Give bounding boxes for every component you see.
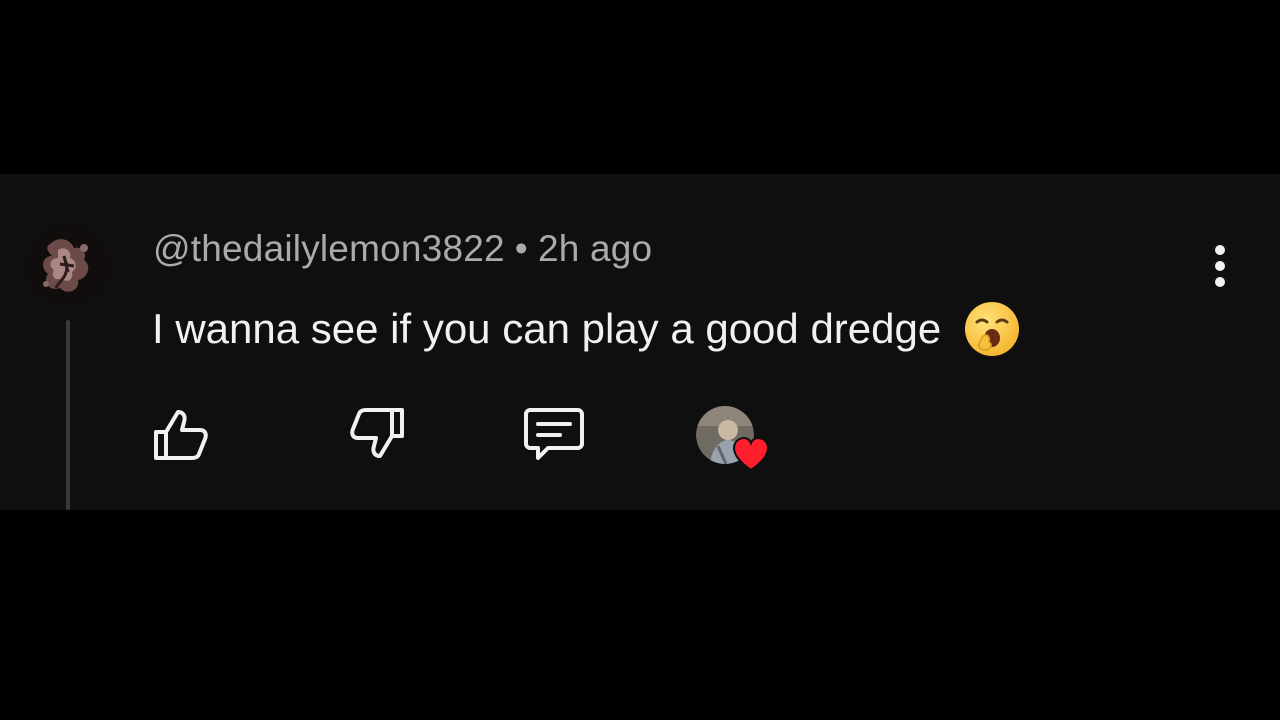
commenter-avatar[interactable] — [28, 226, 108, 306]
meta-separator: • — [514, 228, 528, 269]
dislike-button[interactable] — [346, 402, 410, 466]
more-options-button[interactable] — [1200, 238, 1240, 294]
comment-text: I wanna see if you can play a good dredg… — [152, 305, 942, 352]
creator-heart-icon — [732, 436, 770, 472]
thumbs-up-icon — [154, 410, 208, 460]
comment-meta: @thedailylemon3822 • 2h ago — [153, 228, 652, 270]
reply-button[interactable] — [522, 402, 586, 466]
page: @thedailylemon3822 • 2h ago I wanna see if… — [0, 0, 1280, 720]
creator-heart-badge[interactable] — [696, 406, 776, 472]
thumbs-down-icon — [350, 408, 404, 458]
commenter-avatar-image — [28, 226, 108, 306]
thread-line — [66, 320, 70, 510]
more-vertical-icon — [1215, 245, 1225, 287]
like-button[interactable] — [148, 402, 212, 466]
comment-card: @thedailylemon3822 • 2h ago I wanna see if… — [0, 174, 1280, 510]
comment-body: I wanna see if you can play a good dredg… — [152, 300, 1021, 358]
yawning-face-emoji — [965, 302, 1020, 356]
comment-timestamp[interactable]: 2h ago — [538, 228, 652, 269]
author-handle[interactable]: @thedailylemon3822 — [153, 228, 505, 269]
reply-comment-icon — [524, 408, 584, 460]
